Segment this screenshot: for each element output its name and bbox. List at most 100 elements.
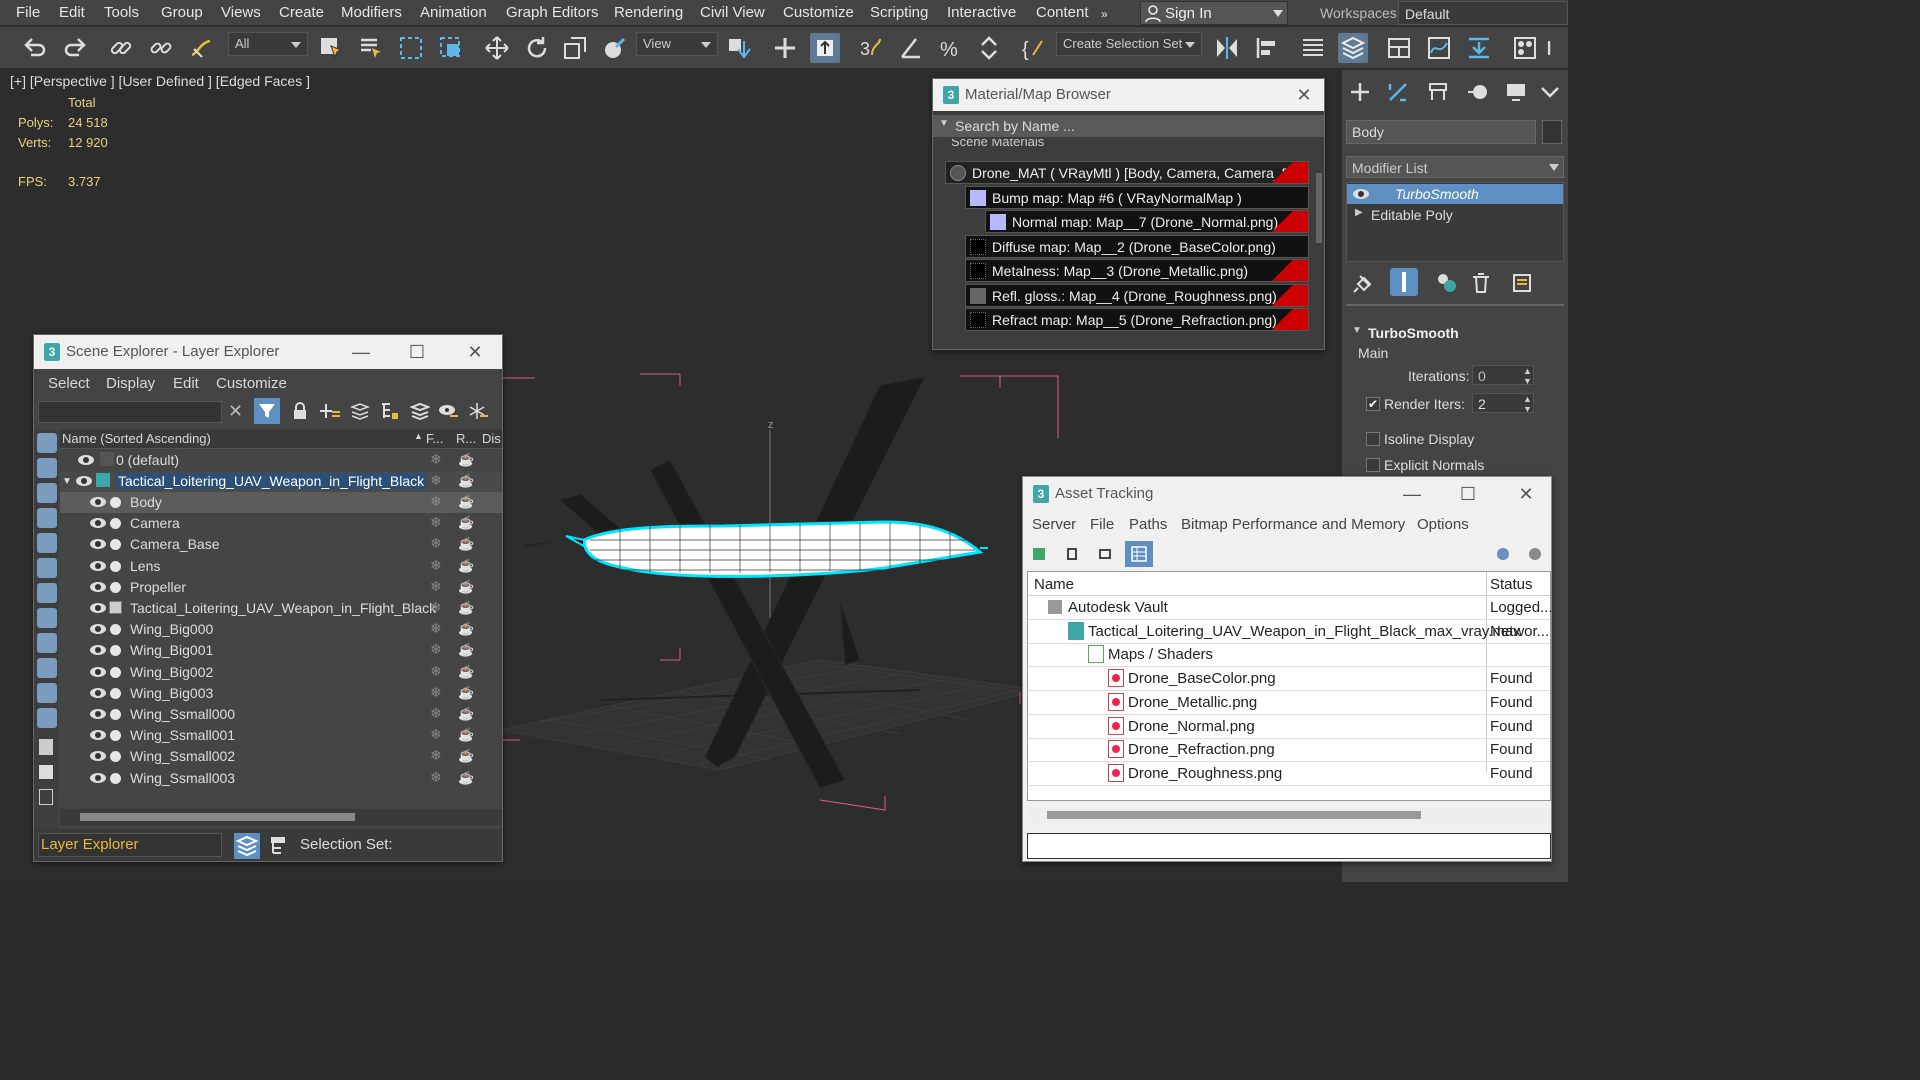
teapot-icon[interactable]: ☕ [458,494,474,510]
menu-bitmap-performance[interactable]: Bitmap Performance and Memory [1181,516,1405,533]
asset-row[interactable]: Autodesk Vault Logged... [1028,596,1553,620]
eye-icon[interactable] [76,476,92,486]
turbosmooth-rollout-header[interactable]: ▼ TurboSmooth [1348,323,1560,345]
create-selection-set-dropdown[interactable]: Create Selection Set [1056,32,1202,56]
map-row[interactable]: Refract map: Map__5 (Drone_Refraction.pn… [965,308,1309,331]
freeze-icon[interactable]: ❄ [430,557,442,574]
column-display[interactable]: Dis [482,431,501,446]
object-row[interactable]: Wing_Big002 ❄ ☕ [60,662,502,683]
menu-overflow-icon[interactable]: » [1101,7,1108,21]
display-frozen-icon[interactable] [37,683,57,703]
menu-animation[interactable]: Animation [420,4,487,21]
display-spacewarps-icon[interactable] [37,558,57,578]
stack-item-editable-poly[interactable]: ▶ Editable Poly [1347,205,1563,225]
freeze-icon[interactable]: ❄ [430,578,442,595]
menu-rendering[interactable]: Rendering [614,4,683,21]
material-row[interactable]: Drone_MAT ( VRayMtl ) [Body, Camera, Cam… [945,161,1309,184]
teapot-icon[interactable]: ☕ [458,664,474,680]
display-shapes-icon[interactable] [37,458,57,478]
teapot-icon[interactable]: ☕ [458,642,474,658]
motion-tab-icon[interactable] [1466,80,1490,104]
menu-select[interactable]: Select [48,375,90,392]
object-row[interactable]: Wing_Big001 ❄ ☕ [60,640,502,661]
render-iters-checkbox[interactable]: ✔ [1366,397,1380,411]
menu-file[interactable]: File [1090,516,1114,533]
menu-paths[interactable]: Paths [1129,516,1167,533]
menu-options[interactable]: Options [1417,516,1469,533]
table-view-icon[interactable] [1125,541,1153,567]
map-row[interactable]: Metalness: Map__3 (Drone_Metallic.png) [965,259,1309,282]
iterations-spinner[interactable]: 0 ▲ ▼ [1472,365,1534,386]
object-row[interactable]: Propeller ❄ ☕ [60,577,502,598]
freeze-icon[interactable]: ❄ [430,451,442,468]
rotate-icon[interactable] [522,33,552,63]
object-row[interactable]: Camera_Base ❄ ☕ [60,534,502,555]
render-iters-spinner[interactable]: 2 ▲ ▼ [1472,393,1534,414]
object-row[interactable]: Wing_Ssmall001 ❄ ☕ [60,725,502,746]
workspaces-dropdown[interactable]: Default [1398,1,1568,25]
reference-coordinate-dropdown[interactable]: View [636,32,718,56]
placement-icon[interactable] [600,33,630,63]
display-none-icon[interactable] [39,765,53,779]
scale-icon[interactable] [560,33,590,63]
make-unique-icon[interactable] [1436,272,1458,294]
menu-create[interactable]: Create [279,4,324,21]
menu-display[interactable]: Display [106,375,155,392]
teapot-icon[interactable]: ☕ [458,748,474,764]
layer-row[interactable]: ▼ Tactical_Loitering_UAV_Weapon_in_Flight… [60,471,502,492]
asset-horizontal-scrollbar[interactable] [1027,807,1551,823]
list-view-icon[interactable] [1067,548,1077,560]
column-name[interactable]: Name (Sorted Ascending) [62,431,211,446]
object-row[interactable]: Tactical_Loitering_UAV_Weapon_in_Flight_… [60,598,502,619]
remove-modifier-icon[interactable] [1470,272,1492,294]
eye-icon[interactable] [90,730,106,741]
teapot-icon[interactable]: ☕ [458,770,474,786]
redo-icon[interactable] [60,33,90,63]
angle-snap-icon[interactable] [896,33,926,63]
menu-modifiers[interactable]: Modifiers [341,4,402,21]
refresh-icon[interactable] [1033,548,1045,560]
teapot-icon[interactable]: ☕ [458,621,474,637]
object-row[interactable]: Lens ❄ ☕ [60,556,502,577]
eye-icon[interactable] [90,497,106,507]
add-to-layer-icon[interactable] [349,402,371,423]
hierarchy-mode-icon[interactable] [268,835,288,858]
eye-icon[interactable] [78,455,94,465]
horizontal-scrollbar[interactable] [60,809,502,825]
map-row[interactable]: Refl. gloss.: Map__4 (Drone_Roughness.pn… [965,284,1309,307]
collapse-arrow-icon[interactable]: ▼ [939,118,949,129]
freeze-icon[interactable]: ❄ [430,599,442,616]
teapot-icon[interactable]: ☕ [458,536,474,552]
eye-icon[interactable] [90,751,106,762]
viewport-label[interactable]: [+] [Perspective ] [User Defined ] [Edge… [10,73,310,89]
teapot-icon[interactable]: ☕ [458,473,474,489]
filter-icon[interactable] [254,398,280,424]
undo-icon[interactable] [20,33,50,63]
freeze-icon[interactable]: ❄ [430,641,442,658]
display-cameras-icon[interactable] [37,508,57,528]
display-all-icon[interactable] [39,739,53,755]
menu-edit[interactable]: Edit [59,4,85,21]
object-row[interactable]: Wing_Ssmall000 ❄ ☕ [60,704,502,725]
map-row[interactable]: Diffuse map: Map__2 (Drone_BaseColor.png… [965,235,1309,258]
menu-customize[interactable]: Customize [783,4,854,21]
display-tab-icon[interactable] [1504,80,1528,104]
object-name-field[interactable]: Body [1346,120,1536,144]
link-icon[interactable] [106,33,136,63]
object-row[interactable]: Body ❄ ☕ [60,492,502,513]
teapot-icon[interactable]: ☕ [458,579,474,595]
mirror-icon[interactable] [1212,33,1242,63]
material-search-input[interactable]: Search by Name ... [955,118,1075,134]
material-scrollbar[interactable] [1316,173,1322,243]
modifier-list-dropdown[interactable]: Modifier List [1346,156,1564,178]
object-row[interactable]: Wing_Big000 ❄ ☕ [60,619,502,640]
teapot-icon[interactable]: ☕ [458,515,474,531]
eye-icon[interactable] [90,560,106,571]
display-hidden-icon[interactable] [37,708,57,728]
eye-icon[interactable] [1353,189,1369,199]
close-icon[interactable]: ✕ [1293,84,1315,106]
find-input[interactable] [38,401,222,423]
menu-content[interactable]: Content [1036,4,1089,21]
asset-path-field[interactable] [1027,833,1551,859]
close-icon[interactable]: ✕ [464,341,486,363]
